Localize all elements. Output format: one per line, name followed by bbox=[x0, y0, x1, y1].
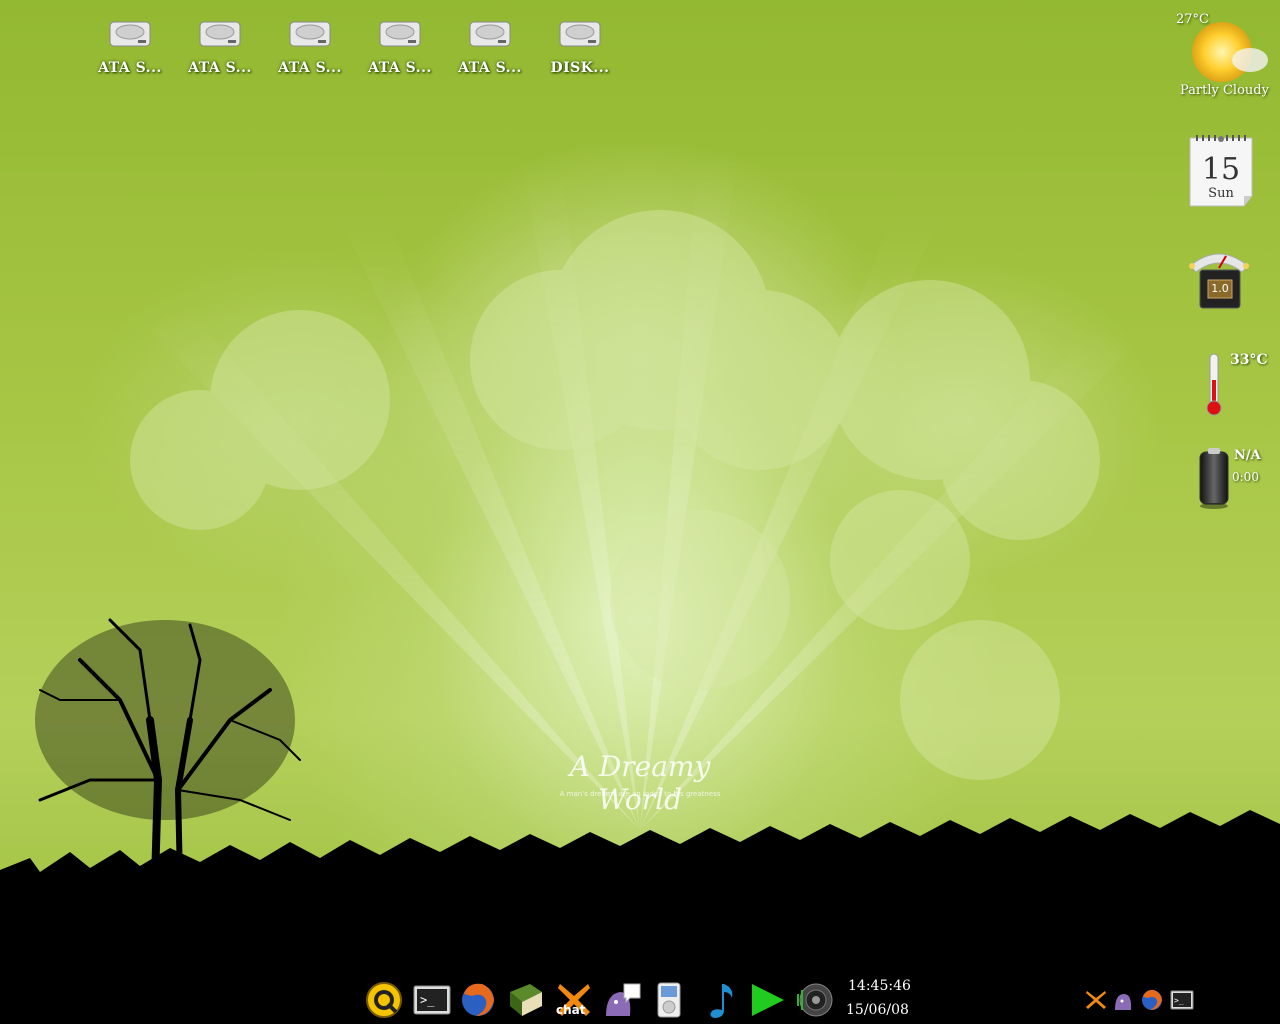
tree-canopy bbox=[35, 620, 295, 820]
pidgin-tray-icon[interactable] bbox=[1112, 988, 1136, 1012]
desktop-icon-label: ATA S... bbox=[368, 60, 432, 76]
weather-condition: Partly Cloudy bbox=[1180, 83, 1269, 98]
wallpaper-subtitle: A man's dreams are an index to his great… bbox=[559, 790, 721, 798]
weather-widget[interactable]: 27°C Partly Cloudy bbox=[1170, 8, 1280, 104]
speaker-icon[interactable] bbox=[796, 980, 836, 1020]
desktop-icon-drive[interactable]: DISK... bbox=[540, 18, 620, 76]
clock-date[interactable]: 15/06/08 bbox=[846, 1002, 909, 1018]
cpu-gauge-icon bbox=[1189, 253, 1249, 309]
desktop-icon-label: DISK... bbox=[550, 60, 610, 76]
desktop-icon-drive[interactable]: ATA S... bbox=[270, 18, 350, 76]
desktop-icon-drive[interactable]: ATA S... bbox=[180, 18, 260, 76]
svg-text:chat: chat bbox=[556, 1003, 586, 1017]
wallpaper-title: A Dreamy World bbox=[569, 750, 711, 816]
music-note-icon[interactable] bbox=[700, 980, 740, 1020]
wallpaper-art bbox=[0, 140, 1280, 972]
desktop-icon-label: ATA S... bbox=[278, 60, 342, 76]
hard-drive-icon bbox=[469, 21, 511, 47]
calendar-day: 15 bbox=[1201, 152, 1241, 187]
thermometer-widget[interactable]: 33°C bbox=[1200, 350, 1270, 420]
thermometer-icon bbox=[1206, 353, 1222, 416]
ipod-icon[interactable] bbox=[650, 980, 690, 1020]
hard-drive-icon bbox=[559, 21, 601, 47]
xchat-tray-icon[interactable] bbox=[1084, 988, 1108, 1012]
hard-drive-icon bbox=[379, 21, 421, 47]
pidgin-icon[interactable] bbox=[602, 980, 642, 1020]
xchat-icon[interactable]: chat bbox=[554, 980, 594, 1020]
battery-time: 0:00 bbox=[1232, 470, 1259, 484]
thermometer-temperature: 33°C bbox=[1230, 352, 1268, 368]
desktop-icon-drive[interactable]: ATA S... bbox=[90, 18, 170, 76]
hard-drive-icon bbox=[199, 21, 241, 47]
system-menu-icon[interactable] bbox=[364, 980, 404, 1020]
firefox-tray-icon[interactable] bbox=[1140, 988, 1164, 1012]
calendar-widget[interactable]: 15 Sun bbox=[1188, 134, 1254, 210]
hard-drive-icon bbox=[289, 21, 331, 47]
terminal-tray-icon[interactable]: >_ bbox=[1170, 988, 1194, 1012]
svg-text:>_: >_ bbox=[1174, 996, 1184, 1005]
cpu-meter-value: 1.0 bbox=[1211, 282, 1229, 295]
play-icon[interactable] bbox=[748, 980, 788, 1020]
firefox-icon[interactable] bbox=[458, 980, 498, 1020]
battery-status: N/A bbox=[1234, 448, 1261, 463]
desktop-icon-label: ATA S... bbox=[98, 60, 162, 76]
hard-drive-icon bbox=[109, 21, 151, 47]
terminal-icon[interactable]: >_ bbox=[412, 980, 452, 1020]
book-icon[interactable] bbox=[506, 980, 546, 1020]
grass-silhouette bbox=[0, 810, 1280, 972]
weather-temperature: 27°C bbox=[1176, 12, 1209, 27]
calendar-weekday: Sun bbox=[1208, 186, 1234, 201]
desktop-icon-label: ATA S... bbox=[458, 60, 522, 76]
svg-text:>_: >_ bbox=[420, 993, 435, 1007]
desktop-icon-label: ATA S... bbox=[188, 60, 252, 76]
clock-time[interactable]: 14:45:46 bbox=[848, 978, 911, 994]
desktop-icon-drive[interactable]: ATA S... bbox=[450, 18, 530, 76]
battery-widget[interactable]: N/A 0:00 bbox=[1196, 446, 1276, 512]
desktop-wallpaper: A Dreamy World A man's dreams are an ind… bbox=[0, 0, 1280, 1024]
desktop-icon-drive[interactable]: ATA S... bbox=[360, 18, 440, 76]
cpu-meter-widget[interactable]: 1.0 bbox=[1186, 246, 1252, 312]
battery-icon bbox=[1199, 448, 1229, 509]
